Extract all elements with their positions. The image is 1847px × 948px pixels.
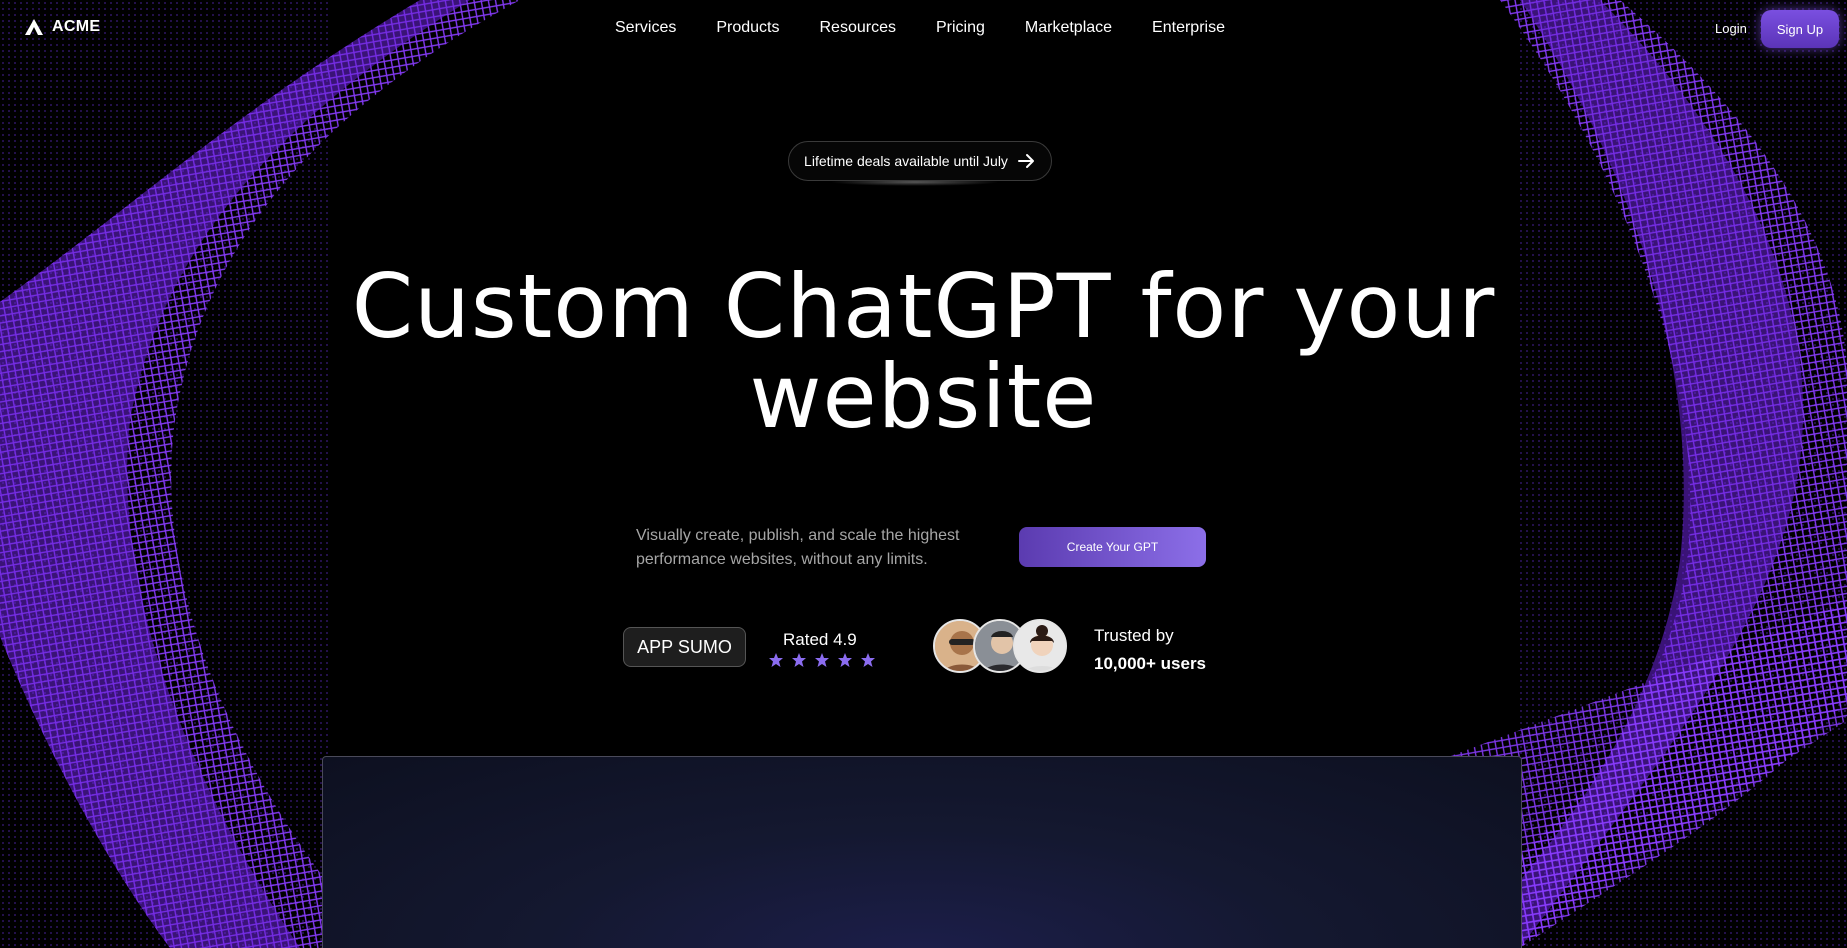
user-avatars [933, 619, 1073, 675]
trusted-by: Trusted by 10,000+ users [1094, 622, 1206, 678]
login-link[interactable]: Login [1715, 21, 1747, 36]
star-icon [860, 652, 876, 668]
trusted-line-1: Trusted by [1094, 626, 1174, 645]
nav-link-pricing[interactable]: Pricing [936, 19, 985, 37]
nav-link-marketplace[interactable]: Marketplace [1025, 19, 1112, 37]
avatar [1013, 619, 1067, 673]
landing-page: ACME Services Products Resources Pricing… [0, 0, 1847, 948]
nav-link-products[interactable]: Products [716, 19, 779, 37]
rating-text: Rated 4.9 [783, 630, 857, 649]
trusted-line-2: 10,000+ users [1094, 654, 1207, 673]
arrow-right-icon [1017, 154, 1034, 168]
star-icon [814, 652, 830, 668]
headline-line-2: website [749, 345, 1098, 448]
star-icon [791, 652, 807, 668]
hero-subtext: Visually create, publish, and scale the … [636, 527, 960, 568]
top-navbar: ACME Services Products Resources Pricing… [0, 0, 1847, 60]
star-icon [768, 652, 784, 668]
star-icon [837, 652, 853, 668]
appsumo-badge: APP SUMO [623, 627, 746, 667]
headline-line-1: Custom ChatGPT for your [351, 255, 1496, 358]
rating-stars [768, 652, 876, 668]
nav-links: Services Products Resources Pricing Mark… [615, 19, 1225, 37]
nav-link-enterprise[interactable]: Enterprise [1152, 19, 1225, 37]
signup-button[interactable]: Sign Up [1761, 10, 1839, 48]
product-preview-panel [322, 756, 1522, 948]
nav-link-services[interactable]: Services [615, 19, 676, 37]
acme-logo-icon [25, 19, 43, 35]
nav-link-resources[interactable]: Resources [820, 19, 896, 37]
hero-headline: Custom ChatGPT for your website [300, 262, 1547, 442]
announcement-text: Lifetime deals available until July [804, 153, 1008, 169]
logo[interactable]: ACME [24, 18, 100, 36]
announcement-pill[interactable]: Lifetime deals available until July [788, 141, 1052, 181]
logo-text: ACME [52, 18, 101, 35]
create-gpt-button[interactable]: Create Your GPT [1019, 527, 1206, 567]
